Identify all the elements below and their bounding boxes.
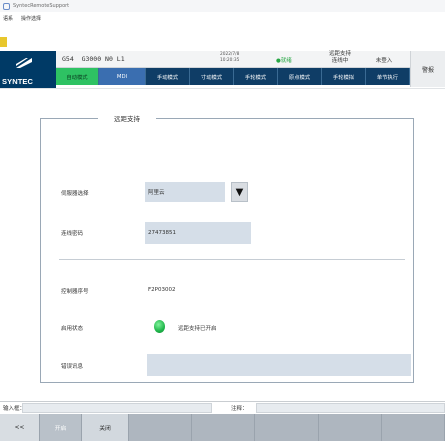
- main-panel: 远距支持 伺服器选择 阿里云 ▼ 连线密码 27473851 控制器序号 F2P…: [0, 88, 445, 398]
- menu-language[interactable]: 语系: [3, 15, 13, 22]
- login-status[interactable]: 未登入: [369, 56, 399, 64]
- app-window: SyntecRemoteSupport 语系 操作选择 SYNTEC G54 G…: [0, 0, 445, 441]
- tab-handwheel-sim[interactable]: 手轮模拟: [322, 68, 366, 85]
- softkey-empty-1[interactable]: [129, 414, 193, 441]
- server-dropdown-button[interactable]: ▼: [231, 182, 248, 202]
- softkey-empty-4[interactable]: [318, 414, 382, 441]
- tab-auto-mode[interactable]: 自动模式: [56, 68, 99, 85]
- note-label: 注释：: [231, 406, 248, 412]
- tab-mdi[interactable]: MDI: [99, 68, 146, 85]
- previous-page-button[interactable]: <<: [0, 414, 40, 441]
- note-field: [256, 403, 445, 413]
- status-value: 远距支持已开启: [178, 326, 217, 332]
- gcode-status: G54 G3000 N0 L1: [62, 55, 125, 63]
- controller-serial-value: F2P03002: [148, 287, 176, 293]
- alarm-button[interactable]: 警报: [410, 51, 445, 87]
- password-field[interactable]: 27473851: [145, 222, 251, 244]
- error-label: 错误讯息: [61, 364, 84, 370]
- group-title: 远距支持: [98, 113, 156, 123]
- command-input[interactable]: [22, 403, 212, 413]
- title-bar: SyntecRemoteSupport: [0, 0, 445, 12]
- status-row: G54 G3000 N0 L1 2022/7/8 10:20:35 ●就绪 远距…: [56, 51, 410, 68]
- close-button[interactable]: 关闭: [82, 414, 129, 441]
- softkey-empty-3[interactable]: [255, 414, 319, 441]
- logo-icon: [16, 58, 32, 68]
- softkey-empty-5[interactable]: [381, 414, 445, 441]
- syntec-logo: SYNTEC: [0, 51, 56, 88]
- status-label: 启用状态: [61, 326, 84, 332]
- input-bar: 输入框： 注释：: [0, 401, 445, 413]
- tab-home-mode[interactable]: 原点模式: [278, 68, 322, 85]
- tab-jog-mode[interactable]: 寸动模式: [190, 68, 234, 85]
- tab-manual-mode[interactable]: 手动模式: [146, 68, 190, 85]
- logo-text: SYNTEC: [2, 77, 34, 86]
- error-message-field: [147, 354, 411, 376]
- ready-status: ●就绪: [276, 58, 292, 64]
- open-button[interactable]: 开启: [40, 414, 82, 441]
- datetime: 2022/7/8 10:20:35: [220, 52, 239, 64]
- dropdown-arrow-icon: ▼: [235, 186, 244, 198]
- mode-tabs: 自动模式 MDI 手动模式 寸动模式 手轮模式 原点模式 手轮模拟 单节执行: [56, 68, 410, 85]
- cnc-header: SYNTEC G54 G3000 N0 L1 2022/7/8 10:20:35…: [0, 51, 445, 88]
- softkey-bar: << 开启 关闭: [0, 414, 445, 441]
- window-title: SyntecRemoteSupport: [13, 3, 70, 9]
- remote-status-line1: 远距支持: [328, 51, 351, 57]
- remote-status-line2: 连线中: [331, 58, 349, 64]
- time: 10:20:35: [220, 58, 240, 63]
- password-label: 连线密码: [61, 231, 84, 237]
- app-icon: [3, 2, 10, 10]
- divider: [59, 259, 405, 260]
- softkey-empty-2[interactable]: [192, 414, 256, 441]
- menu-operation[interactable]: 操作选择: [21, 15, 41, 22]
- status-led-icon: [154, 320, 165, 333]
- remote-support-group: 远距支持 伺服器选择 阿里云 ▼ 连线密码 27473851 控制器序号 F2P…: [40, 113, 414, 383]
- yellow-indicator: [0, 37, 7, 47]
- menu-bar: 语系 操作选择: [0, 13, 445, 24]
- tab-single-block[interactable]: 单节执行: [366, 68, 410, 85]
- server-label: 伺服器选择: [61, 191, 89, 197]
- controller-serial-label: 控制器序号: [61, 289, 89, 295]
- remote-support-status: 远距支持 连线中: [317, 51, 363, 65]
- tab-handwheel-mode[interactable]: 手轮模式: [234, 68, 278, 85]
- server-select[interactable]: 阿里云: [145, 182, 225, 202]
